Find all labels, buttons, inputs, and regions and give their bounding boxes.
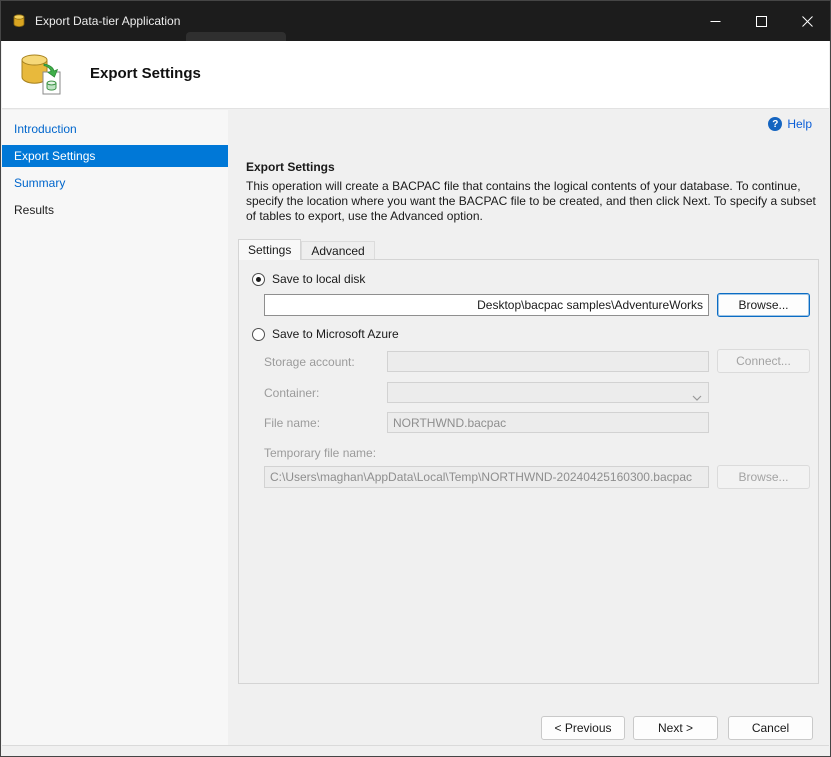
file-name-label: File name: [264,416,320,430]
sidebar-item-export-settings[interactable]: Export Settings [2,145,228,167]
previous-button[interactable]: < Previous [541,716,625,740]
storage-account-input [387,351,709,372]
local-path-input[interactable] [264,294,709,316]
help-label: Help [787,117,812,131]
section-title: Export Settings [246,160,335,174]
save-to-azure-label: Save to Microsoft Azure [272,327,399,341]
temporary-file-name-label: Temporary file name: [264,446,376,460]
export-data-tier-application-window: Export Data-tier Application [0,0,831,757]
tab-advanced[interactable]: Advanced [301,241,374,259]
browse-temporary-button: Browse... [717,465,810,489]
tab-settings[interactable]: Settings [238,239,301,260]
next-button[interactable]: Next > [633,716,718,740]
sidebar-item-summary[interactable]: Summary [2,172,228,194]
page-title: Export Settings [90,65,201,82]
save-to-azure-option: Save to Microsoft Azure [252,327,399,341]
save-to-azure-radio[interactable] [252,328,265,341]
sidebar-item-introduction[interactable]: Introduction [2,118,228,140]
container-label: Container: [264,386,319,400]
app-icon [11,13,27,29]
maximize-button[interactable] [738,1,784,41]
save-to-local-disk-label: Save to local disk [272,272,365,286]
settings-tab-panel: Save to local disk Browse... Save to Mic… [238,259,819,684]
wizard-header: Export Settings [2,41,829,109]
titlebar: Export Data-tier Application [1,1,830,41]
window-controls [692,1,830,41]
sidebar-item-results: Results [2,199,228,221]
save-to-local-disk-radio[interactable] [252,273,265,286]
help-icon: ? [768,117,782,131]
storage-account-label: Storage account: [264,355,355,369]
file-name-input [387,412,709,433]
chevron-down-icon [692,390,702,404]
description-text: This operation will create a BACPAC file… [246,179,824,224]
titlebar-highlight-strip [186,32,286,41]
window-bottom-strip [2,745,829,755]
connect-button: Connect... [717,349,810,373]
export-data-tier-icon [16,50,66,103]
cancel-button[interactable]: Cancel [728,716,813,740]
wizard-steps-sidebar: Introduction Export Settings Summary Res… [2,110,228,745]
save-to-local-disk-option: Save to local disk [252,272,365,286]
settings-tabstrip: Settings Advanced [238,239,375,259]
main-content: ? Help Export Settings This operation wi… [228,110,829,745]
browse-local-button[interactable]: Browse... [717,293,810,317]
container-select [387,382,709,403]
help-link[interactable]: ? Help [768,117,812,131]
window-title: Export Data-tier Application [35,14,180,28]
temporary-file-name-input [264,466,709,488]
close-button[interactable] [784,1,830,41]
minimize-button[interactable] [692,1,738,41]
